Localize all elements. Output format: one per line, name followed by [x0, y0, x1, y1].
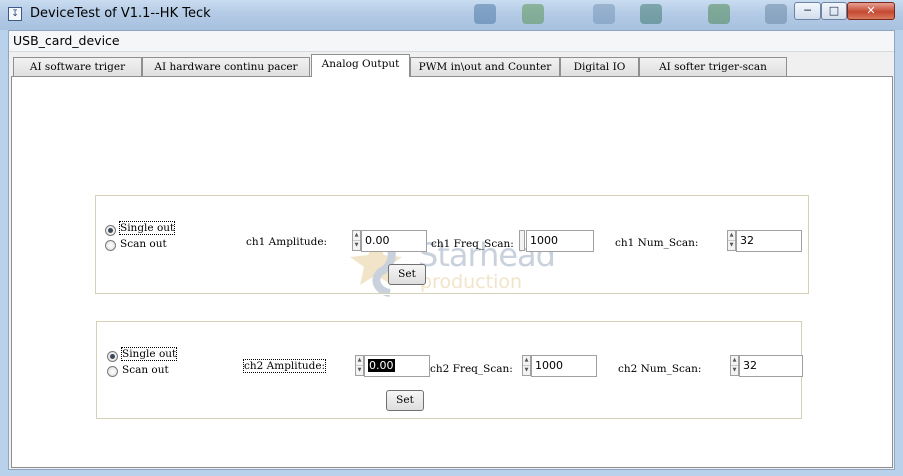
window-titlebar[interactable]: ↧ DeviceTest of V1.1--HK Teck ─ □ ✕ — [0, 0, 903, 30]
ch1-scan-out-label[interactable]: Scan out — [120, 238, 167, 250]
ch1-num-scan-label: ch1 Num_Scan: — [615, 237, 699, 249]
tab-analog-output[interactable]: Analog Output — [311, 54, 410, 77]
ch2-num-scan-label: ch2 Num_Scan: — [618, 363, 702, 375]
spinner-down-icon[interactable]: ▼ — [523, 364, 530, 376]
spinner-down-icon[interactable]: ▼ — [353, 239, 360, 251]
ch2-single-out-label[interactable]: Single out — [120, 347, 178, 361]
ch2-amplitude-label: ch2 Amplitude: — [242, 359, 327, 373]
background-decoration — [522, 4, 544, 24]
ch2-amplitude-selected-text: 0.00 — [368, 359, 395, 372]
ch2-num-scan-input[interactable]: 32 — [739, 355, 803, 377]
ch1-num-scan-input[interactable]: 32 — [736, 230, 802, 252]
maximize-button[interactable]: □ — [821, 2, 847, 20]
spinner-down-icon[interactable]: ▼ — [728, 239, 735, 251]
ch2-num-scan-spinner[interactable]: ▲ ▼ — [730, 355, 739, 376]
background-decoration — [765, 4, 787, 24]
background-decoration — [474, 4, 496, 24]
tab-digital-io[interactable]: Digital IO — [560, 57, 639, 76]
ch1-freq-scan-input[interactable]: 1000 — [526, 230, 594, 252]
ch2-output-group: Single out Scan out ch2 Amplitude: ▲ ▼ 0… — [96, 321, 803, 419]
spinner-down-icon[interactable]: ▼ — [356, 364, 363, 376]
ch1-num-scan-spinner[interactable]: ▲ ▼ — [727, 230, 736, 251]
ch2-single-out-radio[interactable] — [107, 351, 118, 362]
close-button[interactable]: ✕ — [847, 2, 895, 20]
tab-ai-software-triger[interactable]: AI software triger — [13, 57, 142, 76]
background-decoration — [640, 4, 662, 24]
ch1-set-button[interactable]: Set — [388, 264, 426, 285]
ch1-scan-out-radio[interactable] — [105, 240, 116, 251]
ch1-amplitude-spinner[interactable]: ▲ ▼ — [352, 230, 361, 251]
ch1-freq-scan-label: ch1 Freq_Scan: — [431, 238, 514, 250]
ch1-single-out-label[interactable]: Single out — [118, 221, 176, 235]
ch2-freq-scan-label: ch2 Freq_Scan: — [430, 363, 513, 375]
tab-ai-hardware-continu-pacer[interactable]: AI hardware continu pacer — [142, 57, 310, 76]
ch2-set-button[interactable]: Set — [386, 390, 424, 411]
ch1-amplitude-input[interactable]: 0.00 — [361, 230, 427, 252]
menu-item-usb-card-device[interactable]: USB_card_device — [13, 33, 120, 48]
ch2-freq-scan-spinner[interactable]: ▲ ▼ — [522, 355, 531, 376]
app-icon[interactable]: ↧ — [8, 7, 22, 21]
analog-output-panel: Starhead production Single out Scan out … — [11, 76, 893, 468]
background-decoration — [708, 4, 730, 24]
ch2-freq-scan-input[interactable]: 1000 — [531, 355, 597, 377]
ch1-output-group: Single out Scan out ch1 Amplitude: ▲ ▼ 0… — [95, 195, 809, 294]
ch1-single-out-radio[interactable] — [105, 225, 116, 236]
ch1-freq-scan-spinner[interactable] — [519, 230, 525, 251]
ch2-amplitude-spinner[interactable]: ▲ ▼ — [355, 355, 364, 376]
background-decoration — [593, 4, 615, 24]
tab-pwm-in-out-and-counter[interactable]: PWM in\out and Counter — [410, 57, 560, 76]
minimize-button[interactable]: ─ — [794, 2, 821, 20]
ch2-scan-out-radio[interactable] — [107, 366, 118, 377]
spinner-down-icon[interactable]: ▼ — [731, 364, 738, 376]
menubar: USB_card_device — [9, 31, 894, 52]
ch1-amplitude-label: ch1 Amplitude: — [246, 236, 328, 248]
ch2-amplitude-input[interactable]: 0.00 — [364, 355, 430, 377]
ch2-scan-out-label[interactable]: Scan out — [122, 364, 169, 376]
tab-ai-softer-triger-scan[interactable]: AI softer triger-scan — [639, 57, 787, 76]
window-client-area: USB_card_device AI software triger AI ha… — [8, 30, 895, 470]
window-title: DeviceTest of V1.1--HK Teck — [30, 6, 211, 21]
